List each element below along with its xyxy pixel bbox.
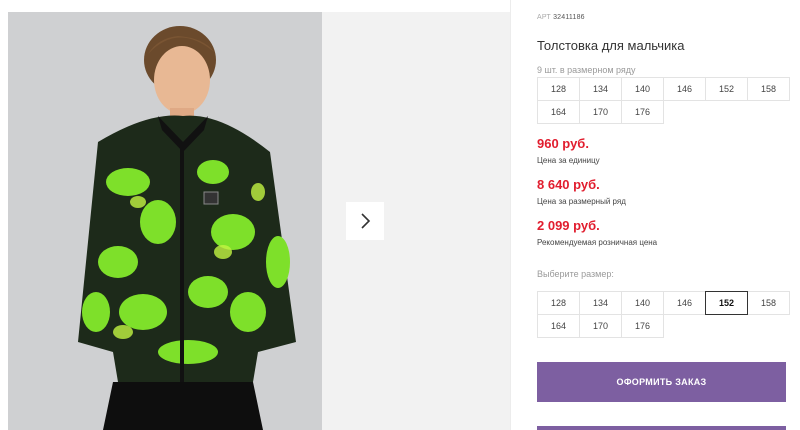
size-option[interactable]: 158: [747, 291, 790, 315]
product-info: АРТ 32411186 Толстовка для мальчика 9 шт…: [537, 0, 792, 430]
range-price-label: Цена за размерный ряд: [537, 197, 626, 206]
size-range-cell: 158: [747, 77, 790, 101]
size-range-cell: 128: [537, 77, 580, 101]
product-page: АРТ 32411186 Толстовка для мальчика 9 шт…: [0, 0, 800, 430]
size-range-cell: 170: [579, 100, 622, 124]
retail-price: 2 099 руб.: [537, 218, 600, 233]
size-range-cell: 152: [705, 77, 748, 101]
article-label: АРТ: [537, 14, 551, 21]
choose-size-label: Выберите размер:: [537, 269, 614, 279]
secondary-button[interactable]: [537, 426, 786, 430]
boy-in-jacket-image: [8, 12, 322, 430]
divider: [510, 0, 511, 430]
size-range-cell: 176: [621, 100, 664, 124]
size-range-note: 9 шт. в размерном ряду: [537, 65, 636, 75]
size-option[interactable]: 164: [537, 314, 580, 338]
size-option[interactable]: 152: [705, 291, 748, 315]
size-option[interactable]: 170: [579, 314, 622, 338]
next-image-button[interactable]: [346, 202, 384, 240]
size-option[interactable]: 146: [663, 291, 706, 315]
size-option[interactable]: 128: [537, 291, 580, 315]
size-range-cell: 134: [579, 77, 622, 101]
checkout-button[interactable]: ОФОРМИТЬ ЗАКАЗ: [537, 362, 786, 402]
size-select-grid: 128 134 140 146 152 158 164 170 176: [537, 291, 790, 338]
product-gallery: [0, 0, 510, 430]
product-title: Толстовка для мальчика: [537, 38, 685, 53]
size-option[interactable]: 134: [579, 291, 622, 315]
size-range-cell: 164: [537, 100, 580, 124]
article-number: АРТ 32411186: [537, 14, 585, 21]
size-option[interactable]: 140: [621, 291, 664, 315]
unit-price-label: Цена за единицу: [537, 156, 600, 165]
article-value: 32411186: [553, 14, 585, 21]
unit-price: 960 руб.: [537, 136, 589, 151]
chevron-right-icon: [361, 213, 371, 229]
range-price: 8 640 руб.: [537, 177, 600, 192]
product-photo: [8, 12, 322, 430]
size-range-cell: 140: [621, 77, 664, 101]
retail-price-label: Рекомендуемая розничная цена: [537, 238, 658, 247]
size-range-cell: 146: [663, 77, 706, 101]
size-option[interactable]: 176: [621, 314, 664, 338]
size-range-grid: 128 134 140 146 152 158 164 170 176: [537, 77, 790, 124]
